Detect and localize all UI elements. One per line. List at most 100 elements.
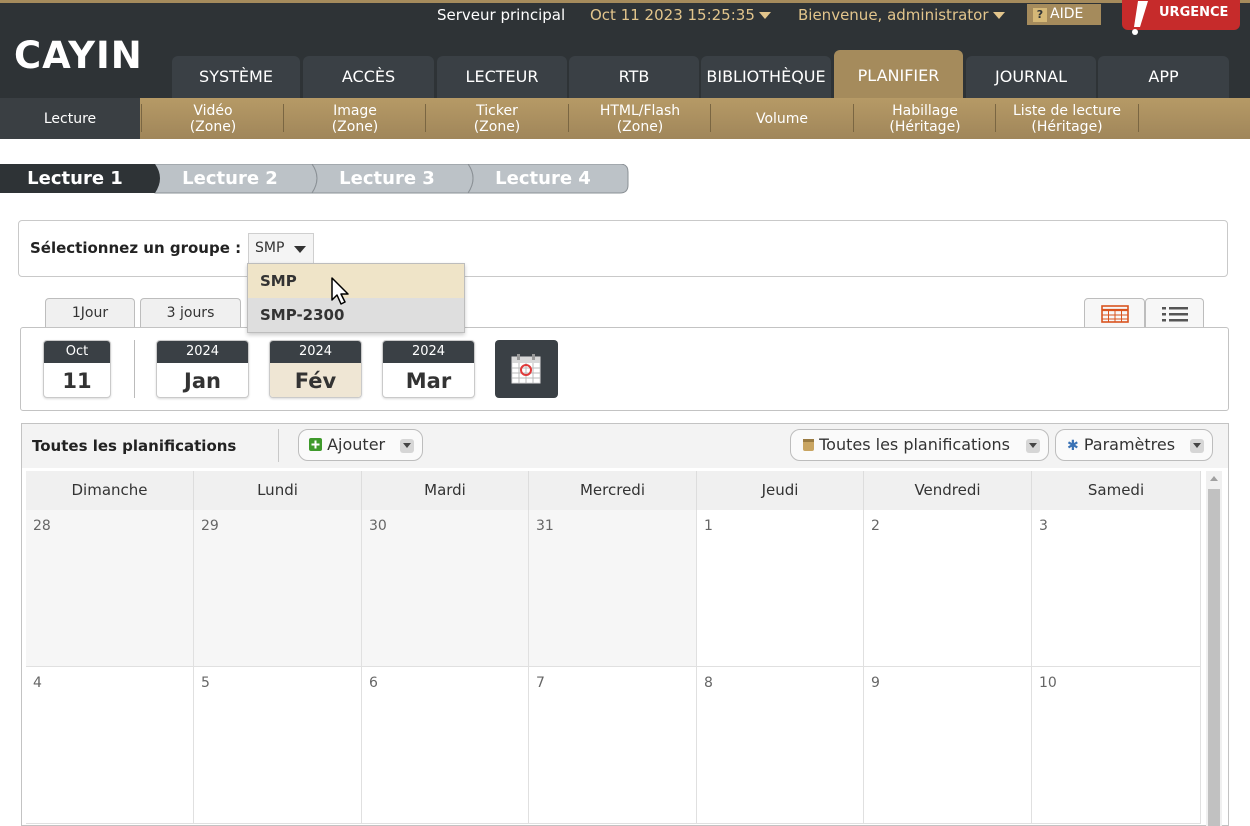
day-cell[interactable]: 28 <box>26 510 194 667</box>
group-selector-panel: Sélectionnez un groupe : SMP <box>18 220 1228 277</box>
nav-tab-app[interactable]: APP <box>1098 56 1229 98</box>
day-cell[interactable]: 31 <box>529 510 697 667</box>
day-cell[interactable]: 2 <box>864 510 1032 667</box>
month-card-fev[interactable]: 2024 Fév <box>269 340 362 398</box>
chevron-down-icon <box>758 12 771 19</box>
tab-lecture-4[interactable]: Lecture 4 <box>468 164 618 193</box>
tab-lecture-1[interactable]: Lecture 1 <box>0 164 150 193</box>
weekday-header: Lundi <box>194 471 362 510</box>
group-option-smp-2300[interactable]: SMP-2300 <box>248 298 464 332</box>
day-cell[interactable]: 7 <box>529 667 697 824</box>
urgent-button[interactable]: URGENCE <box>1122 0 1240 35</box>
subnav-sublabel: (Héritage) <box>889 118 961 135</box>
calendar-scrollbar[interactable] <box>1206 471 1222 826</box>
divider <box>134 340 135 398</box>
date-card-bottom: Fév <box>270 363 361 397</box>
subnav-habillage[interactable]: Habillage (Héritage) <box>854 98 996 139</box>
subnav-label: Image <box>333 102 377 119</box>
help-button[interactable]: ? AIDE <box>1027 4 1101 25</box>
date-card-top: 2024 <box>270 341 361 363</box>
weekday-header: Mardi <box>362 471 529 510</box>
add-label: Ajouter <box>327 435 386 454</box>
divider <box>278 429 279 462</box>
weekday-header: Mercredi <box>529 471 697 510</box>
group-option-smp[interactable]: SMP <box>248 264 464 298</box>
calendar-view-button[interactable] <box>1084 298 1145 328</box>
day-cell[interactable]: 10 <box>1032 667 1201 824</box>
subnav-label: Liste de lecture <box>1012 102 1122 119</box>
urgent-label: URGENCE <box>1159 5 1229 20</box>
cayin-logo: CAYIN <box>14 34 143 77</box>
tab-3-days[interactable]: 3 jours <box>140 298 241 328</box>
nav-tab-lecteur[interactable]: LECTEUR <box>437 56 567 98</box>
subnav-lecture[interactable]: Lecture <box>0 98 140 139</box>
date-card-bottom: Mar <box>405 369 452 393</box>
date-card-top: Oct <box>44 341 110 363</box>
subnav-volume[interactable]: Volume <box>711 98 853 139</box>
add-button[interactable]: Ajouter <box>298 429 423 461</box>
schedule-title: Toutes les planifications <box>32 437 237 455</box>
schedule-filter-icon <box>803 439 814 451</box>
chevron-down-icon <box>1190 439 1204 453</box>
subnav-liste-de-lecture[interactable]: Liste de lecture (Héritage) <box>996 98 1138 139</box>
settings-label: Paramètres <box>1083 435 1176 454</box>
user-menu[interactable]: Bienvenue, administrator <box>798 6 1005 26</box>
group-label: Sélectionnez un groupe : <box>30 239 242 257</box>
subnav-video-zone[interactable]: Vidéo (Zone) <box>142 98 284 139</box>
calendar-grid-icon <box>1100 305 1129 323</box>
month-card-jan[interactable]: 2024 Jan <box>156 340 249 398</box>
subnav-sublabel: (Héritage) <box>1031 118 1103 135</box>
date-card-today[interactable]: Oct 11 <box>43 340 111 398</box>
nav-tab-acces[interactable]: ACCÈS <box>303 56 434 98</box>
alert-slash-icon <box>1132 1 1148 35</box>
day-cell[interactable]: 3 <box>1032 510 1201 667</box>
subnav-label: Volume <box>755 110 809 127</box>
list-view-button[interactable] <box>1145 298 1204 328</box>
filter-label: Toutes les planifications <box>819 435 1010 454</box>
date-navigator: Oct 11 2024 Jan 2024 Fév 2024 Mar <box>20 327 1229 411</box>
day-cell[interactable]: 1 <box>697 510 864 667</box>
month-calendar: Dimanche Lundi Mardi Mercredi Jeudi Vend… <box>26 471 1201 826</box>
nav-tab-journal[interactable]: JOURNAL <box>966 56 1096 98</box>
server-label: Serveur principal <box>437 6 566 24</box>
subnav-sublabel: (Zone) <box>616 118 664 135</box>
date-picker-button[interactable] <box>495 340 558 398</box>
gear-icon: ✱ <box>1067 438 1079 454</box>
help-icon: ? <box>1033 8 1047 22</box>
datetime-menu[interactable]: Oct 11 2023 15:25:35 <box>590 6 771 26</box>
scrollbar-thumb[interactable] <box>1208 489 1220 826</box>
day-cell[interactable]: 30 <box>362 510 529 667</box>
settings-dropdown[interactable]: ✱ Paramètres <box>1055 429 1213 461</box>
subnav-image-zone[interactable]: Image (Zone) <box>284 98 426 139</box>
weekday-header: Vendredi <box>864 471 1032 510</box>
day-cell[interactable]: 9 <box>864 667 1032 824</box>
subnav-label: Vidéo <box>193 102 233 119</box>
nav-tab-rtb[interactable]: RTB <box>569 56 699 98</box>
help-label: AIDE <box>1050 6 1084 22</box>
tab-lecture-3[interactable]: Lecture 3 <box>312 164 462 193</box>
day-cell[interactable]: 29 <box>194 510 362 667</box>
chevron-down-icon <box>400 439 414 453</box>
subnav-label: Lecture <box>43 110 97 127</box>
chevron-down-icon <box>992 12 1005 19</box>
tab-1-day[interactable]: 1Jour <box>45 298 135 328</box>
datetime-text: Oct 11 2023 15:25:35 <box>590 6 755 24</box>
tab-lecture-2[interactable]: Lecture 2 <box>155 164 305 193</box>
date-card-top: 2024 <box>157 341 248 363</box>
filter-dropdown[interactable]: Toutes les planifications <box>790 429 1049 461</box>
day-cell[interactable]: 8 <box>697 667 864 824</box>
month-card-mar[interactable]: 2024 Mar <box>382 340 475 398</box>
nav-tab-bibliotheque[interactable]: BIBLIOTHÈQUE <box>701 56 831 98</box>
day-cell[interactable]: 4 <box>26 667 194 824</box>
day-cell[interactable]: 6 <box>362 667 529 824</box>
subnav-html-flash-zone[interactable]: HTML/Flash (Zone) <box>569 98 711 139</box>
subnav-sublabel: (Zone) <box>189 118 237 135</box>
day-cell[interactable]: 5 <box>194 667 362 824</box>
group-select[interactable]: SMP <box>248 233 314 264</box>
subnav-ticker-zone[interactable]: Ticker (Zone) <box>426 98 568 139</box>
list-icon <box>1161 307 1188 322</box>
scroll-up-icon[interactable] <box>1210 476 1218 481</box>
nav-tab-systeme[interactable]: SYSTÈME <box>172 56 300 98</box>
divider <box>1138 104 1139 132</box>
nav-tab-planifier[interactable]: PLANIFIER <box>834 50 963 98</box>
